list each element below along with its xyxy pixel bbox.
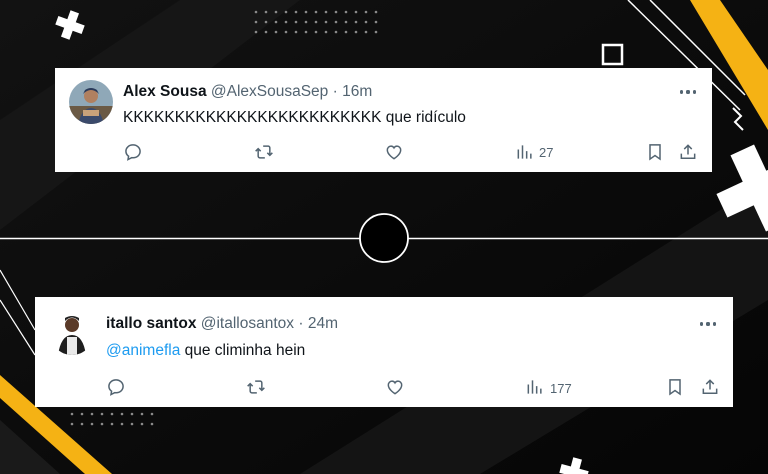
views-count[interactable]: 27 xyxy=(539,145,553,160)
center-circle xyxy=(359,213,409,263)
views-icon[interactable] xyxy=(515,142,537,164)
tweet-header: Alex Sousa @AlexSousaSep · 16m xyxy=(123,83,372,101)
user-name[interactable]: itallo santox xyxy=(106,315,196,332)
timestamp[interactable]: 24m xyxy=(308,315,338,332)
more-icon[interactable] xyxy=(678,82,698,102)
views-count[interactable]: 177 xyxy=(550,381,572,396)
tweet-card[interactable]: itallo santox @itallosantox · 24m @anime… xyxy=(35,297,733,407)
separator: · xyxy=(298,315,304,332)
tweet-card[interactable]: Alex Sousa @AlexSousaSep · 16m KKKKKKKKK… xyxy=(55,68,712,172)
tweet-header: itallo santox @itallosantox · 24m xyxy=(106,315,338,333)
separator: · xyxy=(332,83,338,100)
mention-link[interactable]: @animefla xyxy=(106,342,180,359)
retweet-icon[interactable] xyxy=(246,377,268,399)
reply-icon[interactable] xyxy=(106,377,128,399)
reply-icon[interactable] xyxy=(123,142,145,164)
tweet-text: KKKKKKKKKKKKKKKKKKKKKKKKK que ridículo xyxy=(123,109,466,126)
share-icon[interactable] xyxy=(678,142,700,164)
user-handle[interactable]: @AlexSousaSep xyxy=(211,83,328,100)
like-icon[interactable] xyxy=(385,377,407,399)
views-icon[interactable] xyxy=(525,377,547,399)
timestamp[interactable]: 16m xyxy=(342,83,372,100)
bookmark-icon[interactable] xyxy=(645,142,667,164)
like-icon[interactable] xyxy=(384,142,406,164)
avatar[interactable] xyxy=(69,80,113,124)
bookmark-icon[interactable] xyxy=(665,377,687,399)
tweet-text: @animefla que climinha hein xyxy=(106,342,306,359)
retweet-icon[interactable] xyxy=(254,142,276,164)
user-name[interactable]: Alex Sousa xyxy=(123,83,207,100)
more-icon[interactable] xyxy=(698,314,718,334)
share-icon[interactable] xyxy=(700,377,722,399)
avatar[interactable] xyxy=(50,311,94,355)
user-handle[interactable]: @itallosantox xyxy=(201,315,294,332)
